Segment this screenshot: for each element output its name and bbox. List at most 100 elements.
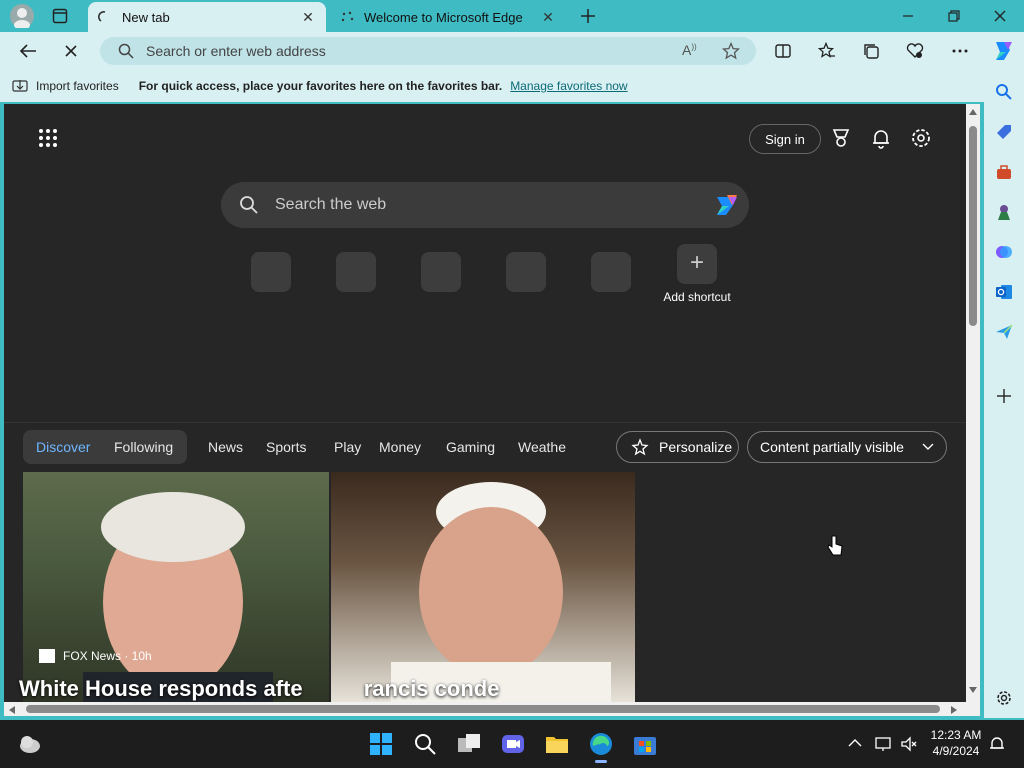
page-settings-gear-icon[interactable]	[910, 127, 932, 149]
favorite-star-icon[interactable]	[722, 42, 740, 60]
hand-cursor-icon	[826, 534, 844, 558]
article-image-left[interactable]	[23, 472, 329, 702]
tab-money[interactable]: Money	[379, 430, 421, 464]
search-placeholder: Search the web	[275, 196, 387, 213]
microsoft365-icon[interactable]	[995, 243, 1013, 261]
search-icon	[239, 195, 259, 215]
tab-new-tab[interactable]: New tab ✕	[88, 2, 326, 32]
taskbar-clock[interactable]: 12:23 AM 4/9/2024	[926, 727, 986, 759]
rewards-icon[interactable]	[830, 127, 852, 149]
sign-in-button[interactable]: Sign in	[749, 124, 821, 154]
personalize-label: Personalize	[659, 439, 733, 455]
notification-center-icon[interactable]	[988, 735, 1006, 753]
new-tab-button[interactable]	[578, 6, 598, 26]
clock-time: 12:23 AM	[930, 728, 982, 742]
volume-muted-icon[interactable]	[900, 736, 918, 752]
shortcut-tile[interactable]	[421, 252, 461, 292]
tab-gaming[interactable]: Gaming	[446, 430, 495, 464]
stop-loading-button[interactable]	[62, 42, 80, 60]
tab-weather[interactable]: Weathe	[518, 430, 566, 464]
fox-news-logo-icon	[39, 649, 55, 663]
active-app-indicator	[595, 760, 607, 763]
scroll-left-arrow[interactable]	[8, 705, 16, 715]
network-icon[interactable]	[874, 736, 892, 752]
scroll-down-arrow[interactable]	[968, 686, 978, 694]
add-shortcut-button[interactable]: +	[677, 244, 717, 284]
close-tab-icon[interactable]: ✕	[300, 9, 316, 25]
manage-favorites-link[interactable]: Manage favorites now	[510, 79, 627, 93]
tab-play[interactable]: Play	[334, 430, 361, 464]
tools-icon[interactable]	[995, 163, 1013, 181]
tab-actions-icon[interactable]	[52, 8, 68, 24]
file-explorer-icon[interactable]	[543, 730, 571, 758]
taskbar-search-icon[interactable]	[411, 730, 439, 758]
article-headline[interactable]: White House responds afte rancis conde	[19, 676, 639, 702]
sidebar-settings-icon[interactable]	[995, 689, 1013, 707]
shortcut-tile[interactable]	[506, 252, 546, 292]
tab-welcome-edge[interactable]: Welcome to Microsoft Edge ✕	[330, 2, 566, 32]
favorites-icon[interactable]	[818, 42, 836, 60]
chevron-down-icon	[922, 443, 934, 451]
apps-launcher-icon[interactable]	[38, 128, 58, 148]
show-hidden-icons-chevron-icon[interactable]	[848, 738, 862, 748]
tab-sports[interactable]: Sports	[266, 430, 306, 464]
clock-date: 4/9/2024	[932, 744, 980, 758]
games-icon[interactable]	[995, 203, 1013, 221]
search-icon	[118, 43, 134, 59]
start-windows-icon[interactable]	[367, 730, 395, 758]
tab-news[interactable]: News	[208, 430, 243, 464]
search-icon[interactable]	[995, 83, 1013, 101]
content-visibility-dropdown[interactable]: Content partially visible	[747, 431, 947, 463]
back-button[interactable]	[18, 42, 38, 60]
split-screen-icon[interactable]	[774, 42, 792, 60]
address-bar[interactable]: Search or enter web address	[100, 37, 756, 65]
shortcut-tile[interactable]	[251, 252, 291, 292]
outlook-icon[interactable]	[995, 283, 1013, 301]
add-shortcut-label: Add shortcut	[663, 290, 731, 304]
profile-icon[interactable]	[10, 4, 34, 28]
copilot-icon[interactable]	[990, 38, 1016, 64]
task-view-icon[interactable]	[455, 730, 483, 758]
article-image-right[interactable]	[331, 472, 635, 702]
copilot-icon[interactable]	[711, 191, 741, 219]
tab-label: New tab	[122, 9, 170, 25]
minimize-button[interactable]	[900, 8, 916, 24]
web-search-box[interactable]: Search the web	[221, 182, 749, 228]
scrollbar-thumb[interactable]	[26, 705, 940, 713]
read-aloud-icon[interactable]: A))	[682, 42, 700, 60]
loading-icon	[98, 10, 112, 24]
weather-widget-icon[interactable]	[16, 730, 44, 758]
import-favorites-button[interactable]: Import favorites	[36, 79, 119, 93]
personalize-button[interactable]: Personalize	[616, 431, 739, 463]
import-favorites-icon	[12, 79, 28, 93]
tab-label: Welcome to Microsoft Edge	[364, 9, 523, 25]
article-source: FOX News · 10h	[39, 649, 152, 663]
scrollbar-thumb[interactable]	[969, 126, 977, 326]
more-menu-icon[interactable]	[950, 42, 970, 60]
close-tab-icon[interactable]: ✕	[540, 9, 556, 25]
content-visibility-label: Content partially visible	[760, 439, 904, 455]
notifications-bell-icon[interactable]	[870, 127, 892, 149]
tab-discover[interactable]: Discover	[36, 430, 90, 464]
vertical-scrollbar[interactable]	[966, 104, 980, 702]
favorites-bar: Import favorites For quick access, place…	[0, 70, 984, 102]
article-source-text: FOX News · 10h	[63, 649, 152, 663]
scroll-right-arrow[interactable]	[950, 705, 958, 715]
address-placeholder: Search or enter web address	[146, 43, 326, 59]
add-sidebar-app-icon[interactable]	[995, 387, 1013, 405]
collections-icon[interactable]	[862, 42, 880, 60]
favorites-message: For quick access, place your favorites h…	[138, 79, 503, 93]
shortcut-tile[interactable]	[336, 252, 376, 292]
teams-chat-icon[interactable]	[499, 730, 527, 758]
tab-following[interactable]: Following	[114, 430, 173, 464]
restore-button[interactable]	[946, 8, 962, 24]
horizontal-scrollbar[interactable]	[4, 702, 980, 716]
drop-icon[interactable]	[995, 323, 1013, 341]
microsoft-store-icon[interactable]	[631, 730, 659, 758]
shopping-tag-icon[interactable]	[995, 123, 1013, 141]
scroll-up-arrow[interactable]	[968, 108, 978, 116]
shortcut-tile[interactable]	[591, 252, 631, 292]
edge-browser-icon[interactable]	[587, 730, 615, 763]
browser-essentials-icon[interactable]	[906, 42, 924, 60]
close-window-button[interactable]	[992, 8, 1008, 24]
